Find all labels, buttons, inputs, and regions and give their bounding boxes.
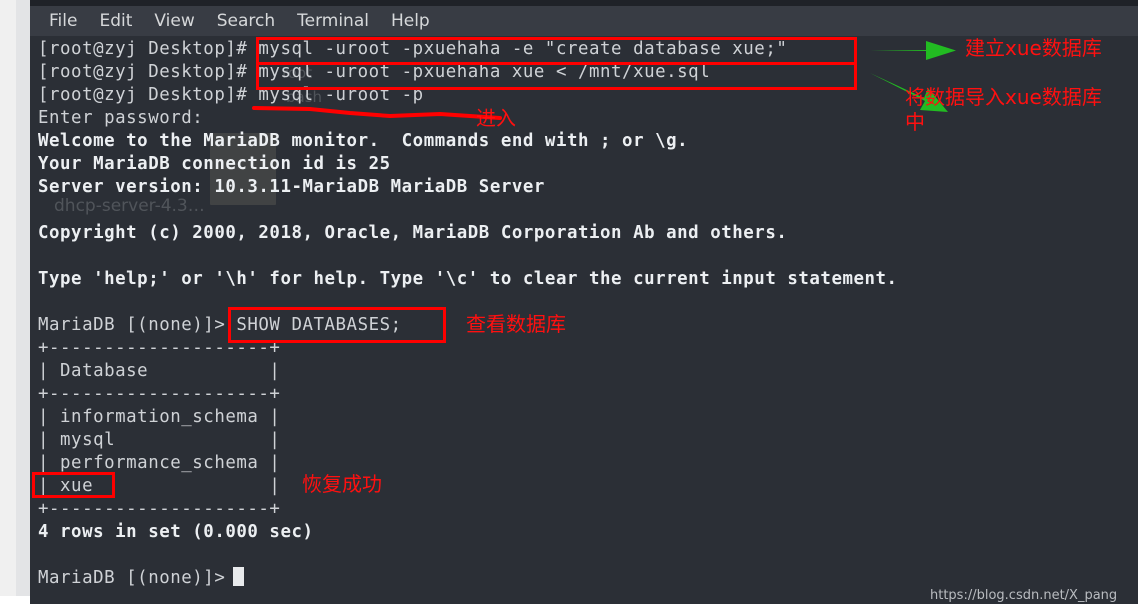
menu-terminal[interactable]: Terminal	[286, 9, 380, 33]
terminal-line-1: [root@zyj Desktop]# mysql -uroot -pxueha…	[38, 39, 788, 59]
terminal-line-20: | xue |	[38, 476, 281, 496]
terminal-line-17: | information_schema |	[38, 407, 281, 427]
terminal-line-7: Server version: 10.3.11-MariaDB MariaDB …	[38, 177, 545, 197]
terminal-line-18: | mysql |	[38, 430, 281, 450]
terminal-line-16: +--------------------+	[38, 384, 281, 404]
terminal-line-24: MariaDB [(none)]>	[38, 568, 226, 588]
terminal-output-area[interactable]: dhcp-server-4.3… root bash [root@zyj Des…	[30, 36, 1138, 596]
menu-bar: File Edit View Search Terminal Help	[30, 6, 1138, 36]
terminal-line-9: Copyright (c) 2000, 2018, Oracle, MariaD…	[38, 223, 788, 243]
window-left-border	[0, 0, 30, 615]
terminal-line-11: Type 'help;' or '\h' for help. Type '\c'…	[38, 269, 898, 289]
terminal-line-19: | performance_schema |	[38, 453, 281, 473]
menu-file[interactable]: File	[38, 9, 88, 33]
menu-view[interactable]: View	[143, 9, 205, 33]
terminal-window: File Edit View Search Terminal Help dhcp…	[0, 0, 1138, 615]
terminal-line-15: | Database |	[38, 361, 281, 381]
terminal-line-3: [root@zyj Desktop]# mysql -uroot -p	[38, 85, 424, 105]
menu-edit[interactable]: Edit	[88, 9, 143, 33]
terminal-cursor	[233, 567, 244, 586]
menu-help[interactable]: Help	[380, 9, 441, 33]
terminal-line-14: +--------------------+	[38, 338, 281, 358]
terminal-line-22: 4 rows in set (0.000 sec)	[38, 522, 314, 542]
ghost-artifact-label: dhcp-server-4.3…	[54, 196, 205, 216]
terminal-line-6: Your MariaDB connection id is 25	[38, 154, 391, 174]
menu-search[interactable]: Search	[206, 9, 286, 33]
terminal-line-5: Welcome to the MariaDB monitor. Commands…	[38, 131, 689, 151]
terminal-line-21: +--------------------+	[38, 499, 281, 519]
terminal-line-2: [root@zyj Desktop]# mysql -uroot -pxueha…	[38, 62, 711, 82]
terminal-line-4: Enter password:	[38, 108, 204, 128]
terminal-line-13: MariaDB [(none)]> SHOW DATABASES;	[38, 315, 402, 335]
window-bottom-dark-strip	[30, 596, 1138, 604]
window-left-border-inner	[16, 0, 30, 615]
